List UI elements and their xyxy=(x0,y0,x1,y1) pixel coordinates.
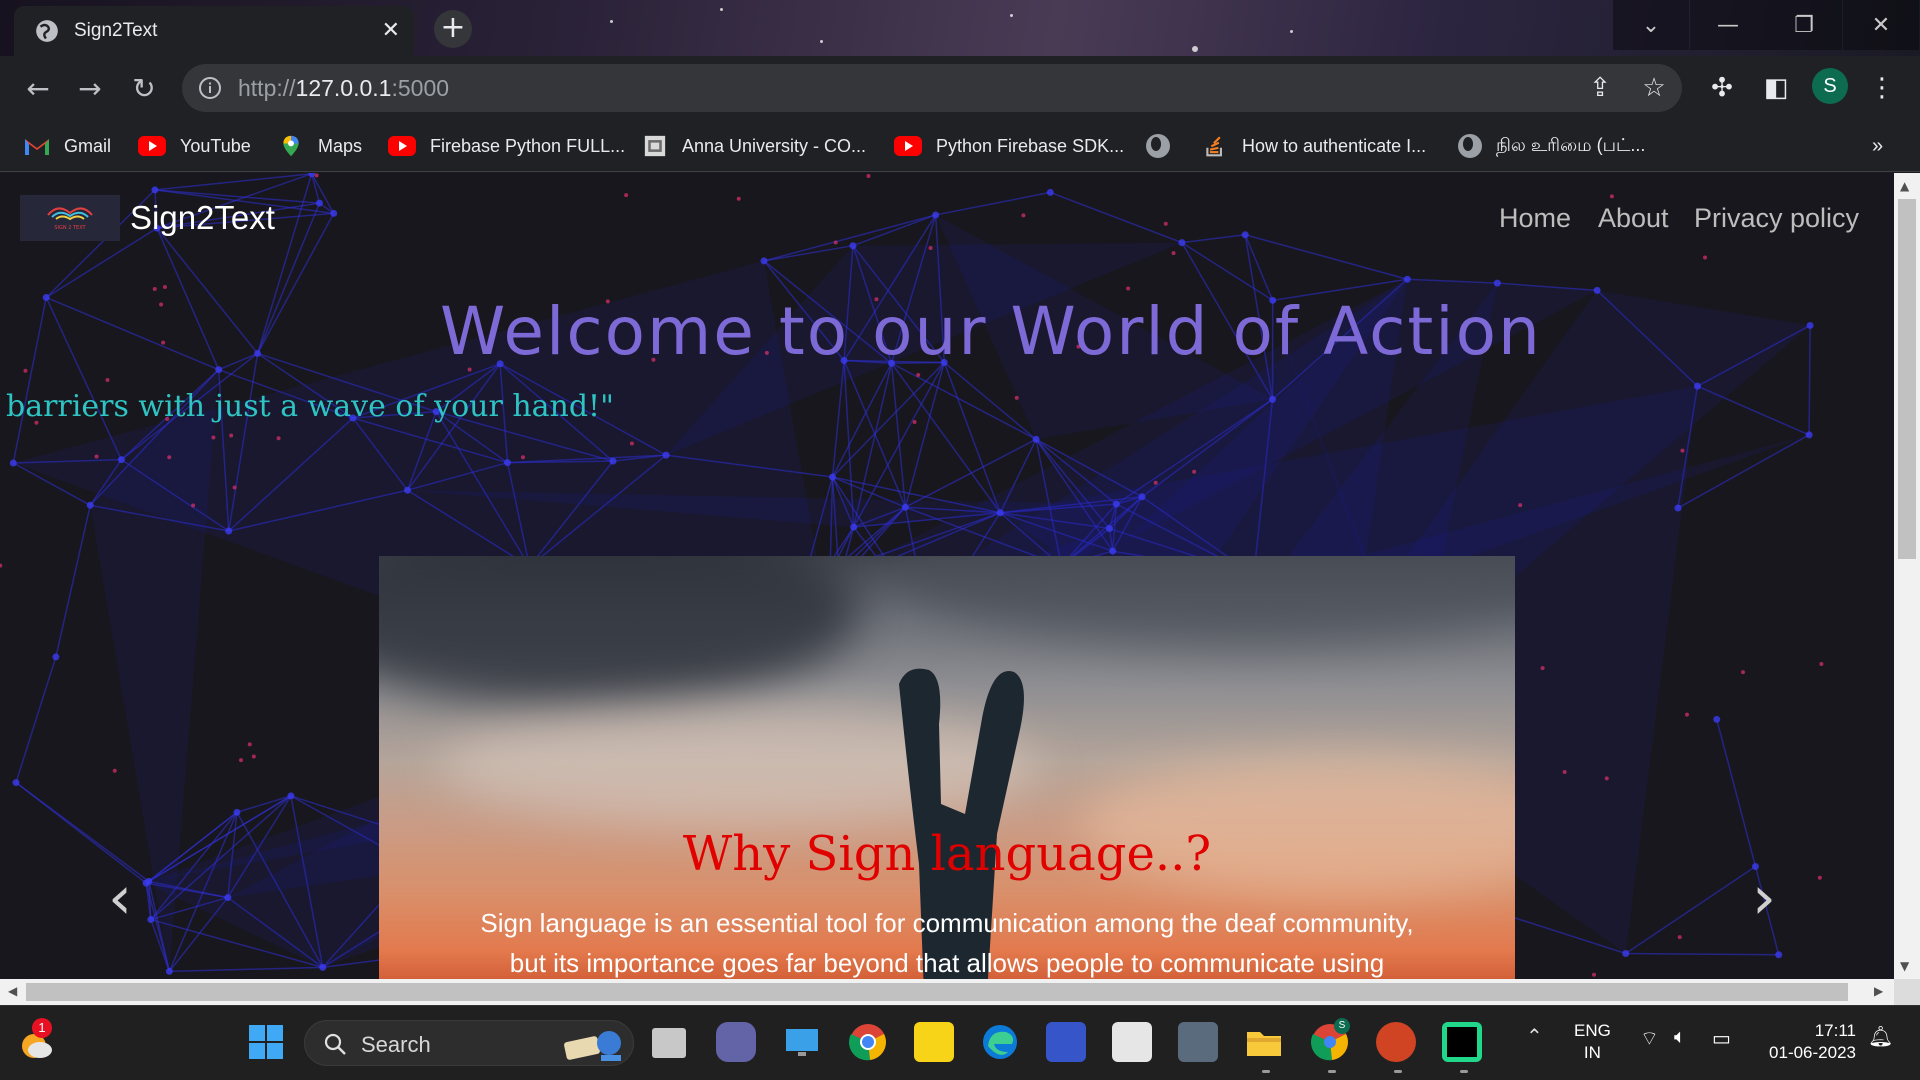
chrome-profile-icon[interactable]: S xyxy=(1310,1018,1350,1062)
nav-home[interactable]: Home xyxy=(1499,203,1571,234)
svg-text:SIGN 2 TEXT: SIGN 2 TEXT xyxy=(54,225,86,231)
carousel-next-icon[interactable]: › xyxy=(1752,863,1776,933)
bookmark-maps[interactable]: Maps xyxy=(278,132,362,160)
weather-widget[interactable]: 1 xyxy=(16,1018,56,1062)
scrollbar-corner xyxy=(1894,979,1920,1005)
browser-tab-strip: Sign2Text ✕ + ⌄ — ❐ ✕ xyxy=(0,0,1920,56)
search-icon xyxy=(324,1033,346,1055)
youtube-icon xyxy=(388,136,416,156)
globe-icon xyxy=(1458,134,1482,158)
vertical-scroll-thumb[interactable] xyxy=(1898,199,1916,559)
bookmark-tamil-site[interactable]: நில உரிமை (பட்... xyxy=(1458,132,1645,160)
site-brand[interactable]: Sign2Text xyxy=(130,199,275,237)
teams-chat-icon[interactable] xyxy=(716,1022,756,1062)
scroll-down-icon[interactable]: ▼ xyxy=(1900,959,1909,973)
windows-taskbar: 1 Search S ⌃ ENG IN ⌔ 🔈︎ ▭ 17:11 01-06-2… xyxy=(0,1005,1920,1080)
site-logo[interactable]: SIGN 2 TEXT xyxy=(20,195,120,241)
wifi-icon[interactable]: ⌔ xyxy=(1640,1026,1659,1051)
search-highlight-icon xyxy=(564,1031,621,1061)
chrome-icon[interactable] xyxy=(848,1022,888,1062)
new-tab-button[interactable]: + xyxy=(434,10,472,48)
pycharm-icon[interactable] xyxy=(1442,1022,1482,1062)
bookmark-star-icon[interactable]: ☆ xyxy=(1638,72,1670,104)
vertical-scrollbar[interactable]: ▲ ▼ xyxy=(1894,173,1920,979)
bookmark-globe[interactable] xyxy=(1146,132,1184,160)
scroll-up-icon[interactable]: ▲ xyxy=(1900,179,1909,193)
globe-icon xyxy=(1146,134,1170,158)
edge-icon[interactable] xyxy=(980,1022,1020,1062)
logo-image: SIGN 2 TEXT xyxy=(47,207,93,231)
forward-arrow-icon[interactable]: → xyxy=(70,70,110,110)
youtube-icon xyxy=(138,136,166,156)
tab-close-icon[interactable]: ✕ xyxy=(382,18,400,43)
sticky-notes-icon[interactable] xyxy=(914,1022,954,1062)
marquee-text: barriers with just a wave of your hand!" xyxy=(6,389,614,424)
powerpoint-icon[interactable] xyxy=(1376,1022,1416,1062)
web-page: SIGN 2 TEXT Sign2Text Home About Privacy… xyxy=(0,173,1894,979)
desktop-icon[interactable] xyxy=(782,1022,822,1062)
tab-search-icon[interactable]: ⌄ xyxy=(1613,0,1689,50)
carousel-title: Why Sign language..? xyxy=(682,826,1212,882)
profile-avatar[interactable]: S xyxy=(1812,68,1848,104)
file-explorer-icon[interactable] xyxy=(1244,1022,1284,1062)
scroll-left-icon[interactable]: ◀ xyxy=(8,984,17,998)
nav-privacy-policy[interactable]: Privacy policy xyxy=(1694,203,1859,234)
nav-about[interactable]: About xyxy=(1598,203,1669,234)
reload-icon[interactable]: ↻ xyxy=(124,70,164,110)
globe-icon xyxy=(36,20,58,42)
browser-toolbar: ← → ↻ http://127.0.0.1:5000 ⇪ ☆ ✣ ◧ S ⋮ xyxy=(0,56,1920,120)
bookmark-python-firebase-sdk[interactable]: Python Firebase SDK... xyxy=(894,132,1124,160)
notification-badge: 1 xyxy=(32,1018,52,1038)
volume-icon[interactable]: 🔈︎ xyxy=(1674,1026,1686,1049)
stackoverflow-icon xyxy=(1206,136,1222,157)
bookmark-firebase-python[interactable]: Firebase Python FULL... xyxy=(388,132,625,160)
gmail-icon xyxy=(25,139,49,155)
bookmark-how-to-authenticate[interactable]: How to authenticate I... xyxy=(1202,132,1426,160)
notifications-bell-icon[interactable]: 🔔︎ xyxy=(1868,1024,1893,1049)
scroll-right-icon[interactable]: ▶ xyxy=(1874,984,1883,998)
horizontal-scroll-thumb[interactable] xyxy=(26,983,1848,1001)
more-menu-icon[interactable]: ⋮ xyxy=(1866,72,1898,104)
tab-title: Sign2Text xyxy=(74,20,158,41)
youtube-icon xyxy=(894,136,922,156)
snipping-tool-icon[interactable] xyxy=(1112,1022,1152,1062)
back-arrow-icon[interactable]: ← xyxy=(18,70,58,110)
carousel-prev-icon[interactable]: ‹ xyxy=(108,863,132,933)
restore-button[interactable]: ❐ xyxy=(1766,0,1842,50)
bookmark-youtube[interactable]: YouTube xyxy=(138,132,251,160)
battery-icon[interactable]: ▭ xyxy=(1712,1026,1731,1051)
side-panel-icon[interactable]: ◧ xyxy=(1760,72,1792,104)
calculator-icon[interactable] xyxy=(1178,1022,1218,1062)
hero-title: Welcome to our World of Action xyxy=(440,293,1542,370)
windows-start-icon[interactable] xyxy=(246,1022,286,1062)
maps-icon xyxy=(283,135,299,157)
bookmarks-bar: Gmail YouTube Maps Firebase Python FULL.… xyxy=(0,120,1920,172)
carousel-text: Sign language is an essential tool for c… xyxy=(480,908,1414,978)
browser-tab-active[interactable]: Sign2Text ✕ xyxy=(14,6,414,56)
chrome-profile-badge: S xyxy=(1334,1018,1350,1034)
editor-app-icon[interactable] xyxy=(1046,1022,1086,1062)
minimize-button[interactable]: — xyxy=(1690,0,1766,50)
horizontal-scrollbar[interactable]: ◀ ▶ xyxy=(0,979,1894,1005)
url-text: http://127.0.0.1:5000 xyxy=(238,74,450,101)
bookmarks-overflow-icon[interactable]: » xyxy=(1872,132,1883,160)
site-info-icon[interactable] xyxy=(198,76,222,100)
language-indicator[interactable]: ENG IN xyxy=(1574,1020,1611,1064)
address-bar[interactable]: http://127.0.0.1:5000 xyxy=(182,64,1682,112)
clock[interactable]: 17:11 01-06-2023 xyxy=(1752,1020,1856,1064)
close-window-button[interactable]: ✕ xyxy=(1843,0,1919,50)
show-hidden-icons[interactable]: ⌃ xyxy=(1526,1024,1543,1049)
university-icon xyxy=(644,135,666,157)
share-icon[interactable]: ⇪ xyxy=(1584,72,1616,104)
bookmark-anna-university[interactable]: Anna University - CO... xyxy=(642,132,866,160)
extensions-puzzle-icon[interactable]: ✣ xyxy=(1706,72,1738,104)
bookmark-gmail[interactable]: Gmail xyxy=(24,132,111,160)
taskbar-search[interactable]: Search xyxy=(304,1020,634,1066)
carousel-slide: Why Sign language..? Sign language is an… xyxy=(379,556,1515,979)
task-view-icon[interactable] xyxy=(652,1028,686,1058)
